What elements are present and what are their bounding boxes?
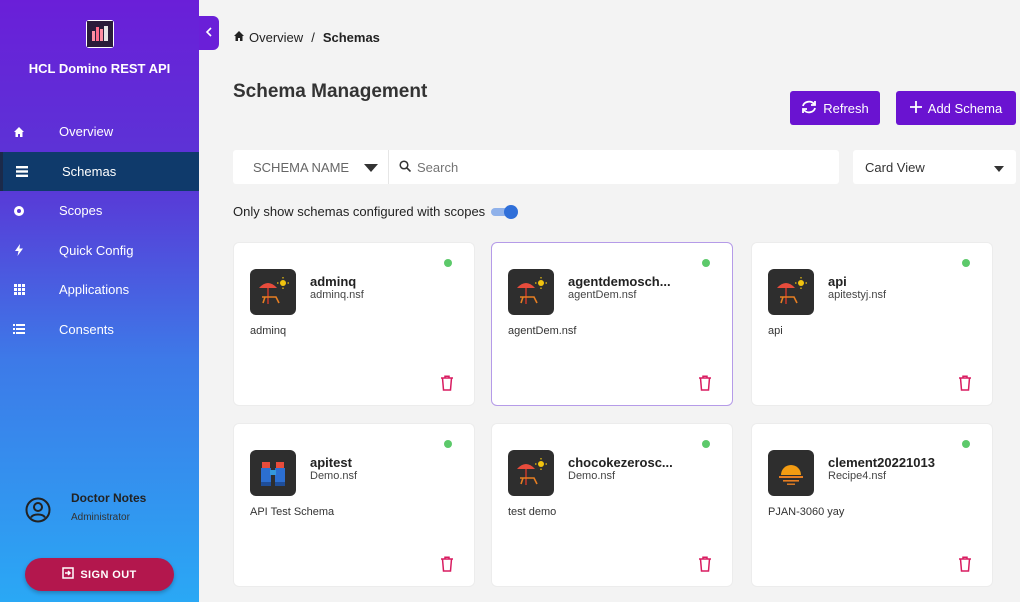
schema-file: Demo.nsf [568, 470, 616, 482]
schema-description: test demo [508, 506, 557, 518]
schema-card[interactable]: agentdemosch... agentDem.nsf agentDem.ns… [491, 242, 733, 406]
trash-icon[interactable] [438, 554, 456, 574]
sidebar-item-label: Applications [59, 282, 130, 298]
breadcrumb-separator: / [311, 30, 315, 45]
user-avatar-icon [25, 497, 51, 523]
sidebar-item-overview[interactable]: Overview [0, 112, 199, 152]
schema-card[interactable]: clement20221013 Recipe4.nsf PJAN-3060 ya… [751, 423, 993, 587]
collapse-sidebar-button[interactable] [199, 16, 219, 50]
schema-name: chocokezerosc... [568, 455, 673, 470]
schema-name: agentdemosch... [568, 274, 671, 289]
sidebar-item-label: Consents [59, 321, 114, 337]
target-icon [12, 204, 26, 218]
sidebar-nav: Overview Schemas Scopes Quick Config App… [0, 112, 199, 349]
schema-description: adminq [250, 325, 287, 337]
scope-filter-toggle[interactable] [491, 204, 519, 219]
sidebar-item-label: Quick Config [59, 242, 134, 258]
status-dot [702, 440, 710, 448]
view-mode-select[interactable]: Card View [853, 150, 1016, 184]
sidebar-item-quick-config[interactable]: Quick Config [0, 231, 199, 271]
status-dot [962, 259, 970, 267]
page-title: Schema Management [233, 81, 428, 102]
trash-icon[interactable] [696, 554, 714, 574]
user-profile: Doctor Notes Administrator [0, 488, 199, 538]
schema-name: apitest [310, 455, 352, 470]
sidebar-item-consents[interactable]: Consents [0, 310, 199, 350]
search-field [389, 159, 839, 175]
add-schema-label: Add Schema [927, 100, 1003, 116]
schema-name: clement20221013 [828, 455, 935, 470]
status-dot [444, 440, 452, 448]
schema-file: apitestyj.nsf [828, 289, 887, 301]
scope-filter-row: Only show schemas configured with scopes [233, 204, 519, 219]
schema-name: adminq [310, 274, 357, 289]
schema-description: api [768, 325, 783, 337]
sidebar-item-label: Schemas [62, 163, 117, 179]
list-icon [12, 322, 26, 336]
beach-icon [250, 269, 296, 315]
sidebar-item-label: Overview [59, 124, 114, 140]
sidebar-item-scopes[interactable]: Scopes [0, 191, 199, 231]
search-input[interactable] [417, 159, 817, 175]
status-dot [444, 259, 452, 267]
schema-card[interactable]: adminq adminq.nsf adminq [233, 242, 475, 406]
beach-icon [508, 269, 554, 315]
caret-down-icon [994, 160, 1004, 175]
app-title: HCL Domino REST API [28, 61, 171, 76]
app-logo [86, 20, 114, 48]
list-icon [15, 164, 29, 178]
user-name: Doctor Notes [71, 491, 147, 505]
schema-description: API Test Schema [250, 506, 335, 518]
sunset-icon [768, 450, 814, 496]
home-icon [12, 125, 26, 139]
trash-icon[interactable] [438, 373, 456, 393]
sidebar-item-applications[interactable]: Applications [0, 270, 199, 310]
status-dot [702, 259, 710, 267]
binoculars-icon [250, 450, 296, 496]
refresh-label: Refresh [823, 100, 869, 116]
breadcrumb-root[interactable]: Overview [249, 30, 303, 45]
schema-file: agentDem.nsf [568, 289, 637, 301]
sign-out-button[interactable]: SIGN OUT [25, 558, 174, 591]
add-schema-button[interactable]: Add Schema [896, 91, 1016, 125]
toggle-knob [504, 204, 519, 219]
breadcrumb: Overview / Schemas [233, 30, 380, 45]
schema-description: PJAN-3060 yay [768, 506, 845, 518]
breadcrumb-current: Schemas [322, 30, 380, 45]
schema-name: api [828, 274, 847, 289]
sidebar-item-schemas[interactable]: Schemas [0, 151, 199, 191]
scope-filter-label: Only show schemas configured with scopes [233, 204, 486, 219]
sidebar-item-label: Scopes [59, 203, 103, 219]
schema-file: adminq.nsf [310, 289, 364, 301]
home-icon[interactable] [233, 30, 245, 45]
bolt-icon [12, 243, 26, 257]
beach-icon [768, 269, 814, 315]
refresh-icon [801, 100, 817, 117]
schema-file: Demo.nsf [310, 470, 358, 482]
trash-icon[interactable] [956, 554, 974, 574]
schema-card[interactable]: chocokezerosc... Demo.nsf test demo [491, 423, 733, 587]
beach-icon [508, 450, 554, 496]
view-mode-label: Card View [865, 159, 925, 175]
chevron-left-icon [205, 26, 213, 40]
status-dot [962, 440, 970, 448]
filter-bar: SCHEMA NAME [233, 150, 839, 184]
trash-icon[interactable] [696, 373, 714, 393]
filter-field-label: SCHEMA NAME [253, 159, 350, 175]
schema-file: Recipe4.nsf [828, 470, 887, 482]
sign-out-icon [62, 567, 75, 582]
schema-card[interactable]: api apitestyj.nsf api [751, 242, 993, 406]
refresh-button[interactable]: Refresh [790, 91, 880, 125]
search-icon [399, 159, 412, 175]
user-role: Administrator [71, 512, 130, 523]
plus-icon [909, 100, 922, 116]
trash-icon[interactable] [956, 373, 974, 393]
sidebar: HCL Domino REST API Overview Schemas Sco… [0, 0, 199, 602]
filter-field-select[interactable]: SCHEMA NAME [233, 150, 389, 184]
schema-card[interactable]: apitest Demo.nsf API Test Schema [233, 423, 475, 587]
sign-out-label: SIGN OUT [80, 568, 137, 581]
grid-icon [12, 283, 26, 297]
caret-down-icon [364, 160, 378, 175]
schema-description: agentDem.nsf [508, 325, 577, 337]
